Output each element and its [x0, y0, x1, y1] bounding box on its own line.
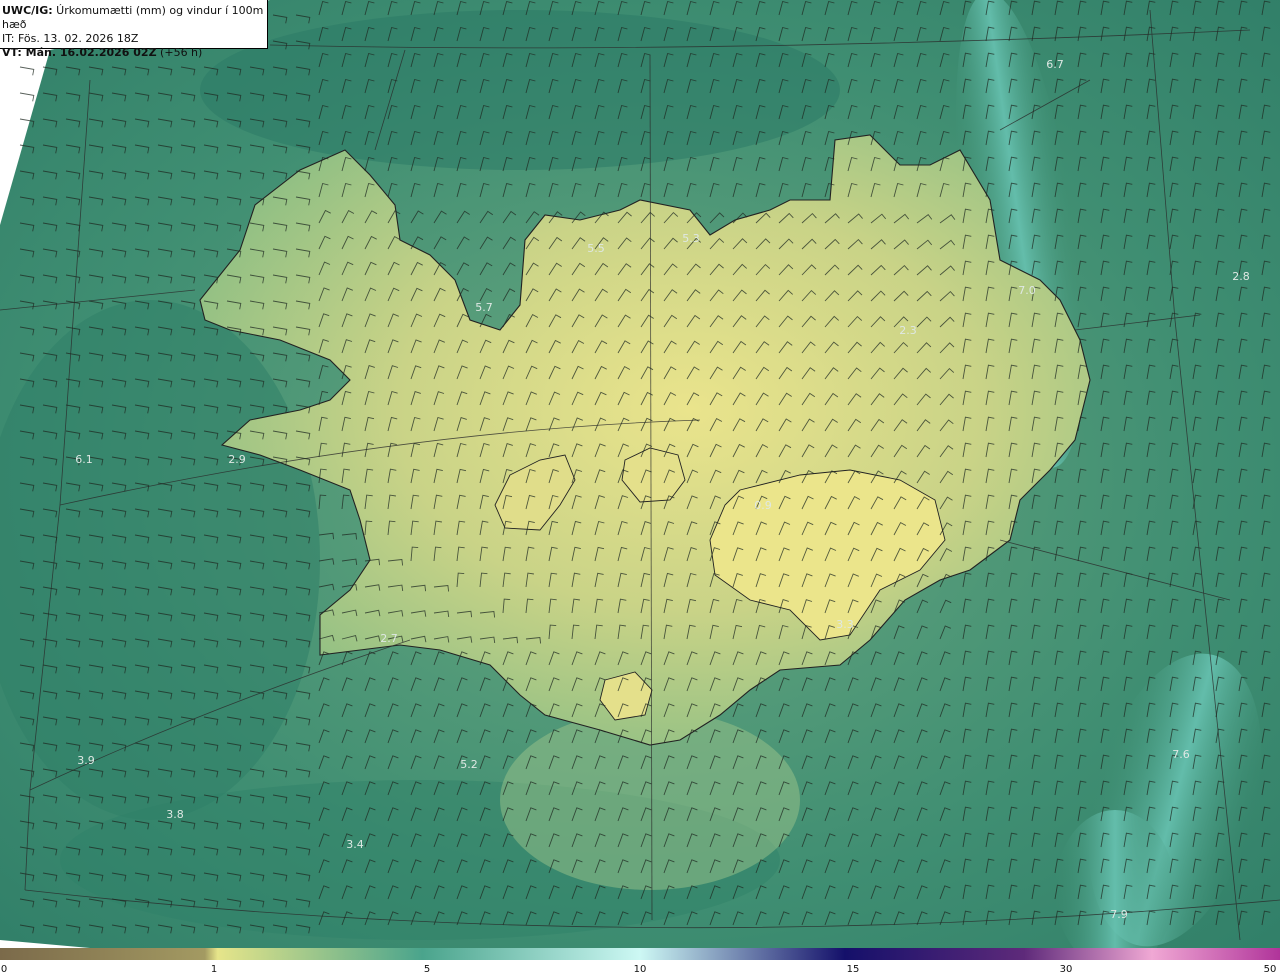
precipitation-map: 6.7 5.5 5.3 7.0 2.8 5.7 2.3 6.1 2.9 0.9 2.7 3.9 5.2 3… [0, 0, 1280, 948]
precip-value-label: 7.0 [1018, 284, 1036, 297]
precip-value-label: 2.7 [380, 632, 398, 645]
precip-value-label: 3.8 [166, 808, 184, 821]
precip-value-label: 3.9 [77, 754, 95, 767]
precip-value-label: 5.7 [475, 301, 493, 314]
precip-value-label: 3.4 [346, 838, 364, 851]
precip-value-label: 6.7 [1046, 58, 1064, 71]
map-canvas: 6.7 5.5 5.3 7.0 2.8 5.7 2.3 6.1 2.9 0.9 2.7 3.9 5.2 3… [0, 0, 1280, 948]
init-time: IT: Fös. 13. 02. 2026 18Z [2, 32, 139, 45]
precip-value-label: 2.8 [1232, 270, 1250, 283]
precip-value-label: 0.9 [754, 499, 772, 512]
colorbar-tick: 15 [846, 964, 860, 975]
precip-value-label: 2.9 [228, 453, 246, 466]
sea-shading-north [200, 10, 840, 170]
wind-barb [19, 92, 35, 102]
colorbar-tick: 5 [423, 964, 431, 975]
precip-value-label: 5.3 [682, 232, 700, 245]
map-title-box: UWC/IG: Úrkomumætti (mm) og vindur í 100… [0, 0, 268, 59]
colorbar-tick: 10 [633, 964, 647, 975]
wind-barb [19, 66, 35, 76]
precip-value-label: 5.2 [460, 758, 478, 771]
precip-value-label: 7.6 [1172, 748, 1190, 761]
valid-time-line: VT: Mán. 16.02.2026 02Z (+56 h) [2, 46, 267, 60]
forecast-hour: (+56 h) [156, 46, 203, 59]
product-code: UWC/IG: [2, 4, 53, 17]
precip-value-label: 2.3 [899, 324, 917, 337]
title-line: UWC/IG: Úrkomumætti (mm) og vindur í 100… [2, 4, 267, 32]
precip-value-label: 7.9 [1110, 908, 1128, 921]
colorbar-tick: 50 [1263, 964, 1277, 975]
precip-value-label: 3.3 [836, 618, 854, 631]
valid-time: VT: Mán. 16.02.2026 02Z [2, 46, 157, 59]
precip-value-label: 5.5 [587, 242, 605, 255]
colorbar-tick: 30 [1059, 964, 1073, 975]
colorbar: 0 1 5 10 15 30 50 [0, 948, 1280, 978]
colorbar-tick: 0 [0, 964, 8, 975]
colorbar-tick: 1 [210, 964, 218, 975]
precip-value-label: 6.1 [75, 453, 93, 466]
colorbar-strip [0, 948, 1280, 960]
